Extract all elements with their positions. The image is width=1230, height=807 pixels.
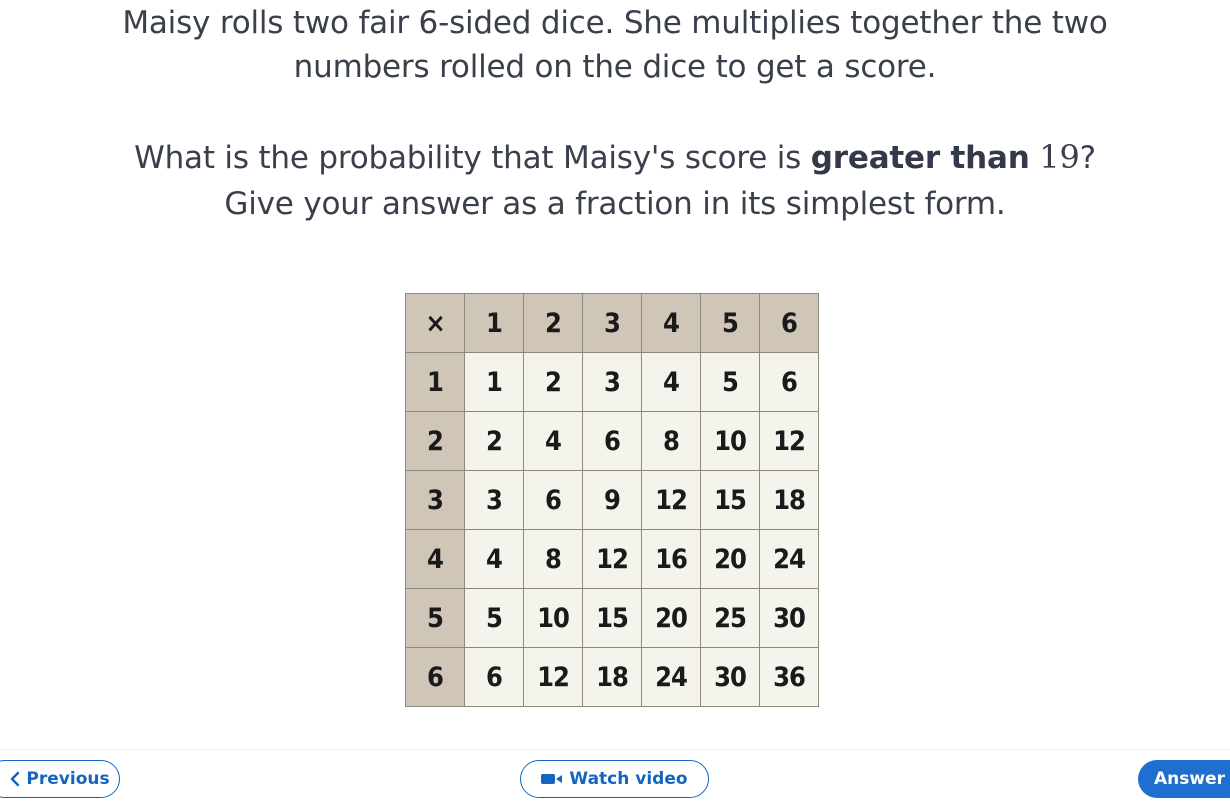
table-cell: 16	[641, 529, 701, 589]
table-cell: 3	[464, 470, 524, 530]
previous-button[interactable]: Previous	[0, 760, 120, 798]
table-header-cell: 1	[464, 293, 524, 353]
table-cell: 24	[641, 647, 701, 707]
previous-label: Previous	[26, 769, 110, 789]
table-row: 3 3 6 9 12 15 18	[405, 470, 819, 530]
table-cell: 15	[700, 470, 760, 530]
question-number: 19	[1039, 138, 1080, 176]
table-cell: 30	[700, 647, 760, 707]
table-cell: 20	[700, 529, 760, 589]
table-cell: 8	[523, 529, 583, 589]
watch-video-button[interactable]: Watch video	[520, 760, 709, 798]
table-cell: 9	[582, 470, 642, 530]
question-prefix: What is the probability that Maisy's sco…	[134, 140, 811, 176]
table-header-cell: 5	[700, 293, 760, 353]
table-cell: 12	[582, 529, 642, 589]
video-camera-icon	[541, 772, 563, 786]
table-row: 2 2 4 6 8 10 12	[405, 411, 819, 471]
multiplication-table: × 1 2 3 4 5 6 1 1 2 3 4 5 6 2 2 4 6 8 10 12 3 3 6 9 12 15 18 4 4 8 12 16…	[405, 293, 819, 707]
table-cell: 6	[464, 647, 524, 707]
footer-divider	[0, 749, 1230, 750]
table-cell: 18	[582, 647, 642, 707]
table-cell: 6	[523, 470, 583, 530]
question-suffix: ?	[1079, 140, 1096, 176]
table-header-cell: 3	[582, 293, 642, 353]
table-cell: 15	[582, 588, 642, 648]
table-cell: 25	[700, 588, 760, 648]
table-cell: 36	[759, 647, 819, 707]
table-cell: 12	[523, 647, 583, 707]
table-cell: 12	[759, 411, 819, 471]
table-cell: 4	[464, 529, 524, 589]
watch-video-label: Watch video	[569, 769, 688, 789]
table-cell: 30	[759, 588, 819, 648]
table-cell: 2	[523, 352, 583, 412]
answer-button[interactable]: Answer	[1138, 760, 1230, 798]
table-row: 1123456	[405, 352, 819, 412]
table-cell: 5	[464, 588, 524, 648]
question-line-4: Give your answer as a fraction in its si…	[224, 186, 1006, 222]
table-cell: 4	[641, 352, 701, 412]
table-cell: 8	[641, 411, 701, 471]
table-cell: 3	[582, 352, 642, 412]
table-header-cell: 3	[405, 470, 465, 530]
table-row: 6 6 12 18 24 30 36	[405, 647, 819, 707]
table-cell: 1	[464, 352, 524, 412]
table-row: 4 4 8 12 16 20 24	[405, 529, 819, 589]
table-header-cell: 1	[405, 352, 465, 412]
table-row: × 1 2 3 4 5 6	[405, 293, 819, 353]
table-header-cell: 5	[405, 588, 465, 648]
answer-label: Answer	[1154, 769, 1225, 789]
table-row: 5 5 10 15 20 25 30	[405, 588, 819, 648]
table-cell: 5	[700, 352, 760, 412]
table-header-cell: ×	[405, 293, 465, 353]
table-cell: 4	[523, 411, 583, 471]
question-line-3: What is the probability that Maisy's sco…	[0, 134, 1230, 181]
table-header-cell: 6	[405, 647, 465, 707]
table-header-cell: 2	[523, 293, 583, 353]
table-cell: 10	[700, 411, 760, 471]
table-cell: 12	[641, 470, 701, 530]
table-header-cell: 4	[405, 529, 465, 589]
question-line-2: numbers rolled on the dice to get a scor…	[293, 49, 937, 85]
table-cell: 6	[759, 352, 819, 412]
table-cell: 20	[641, 588, 701, 648]
table-cell: 24	[759, 529, 819, 589]
table-cell: 10	[523, 588, 583, 648]
table-header-cell: 4	[641, 293, 701, 353]
question-emphasis: greater than	[810, 140, 1030, 176]
table-cell: 2	[464, 411, 524, 471]
chevron-left-icon	[10, 771, 20, 787]
question-line-1: Maisy rolls two fair 6-sided dice. She m…	[122, 5, 1108, 41]
table-cell: 6	[582, 411, 642, 471]
table-header-cell: 2	[405, 411, 465, 471]
table-header-cell: 6	[759, 293, 819, 353]
table-cell: 18	[759, 470, 819, 530]
